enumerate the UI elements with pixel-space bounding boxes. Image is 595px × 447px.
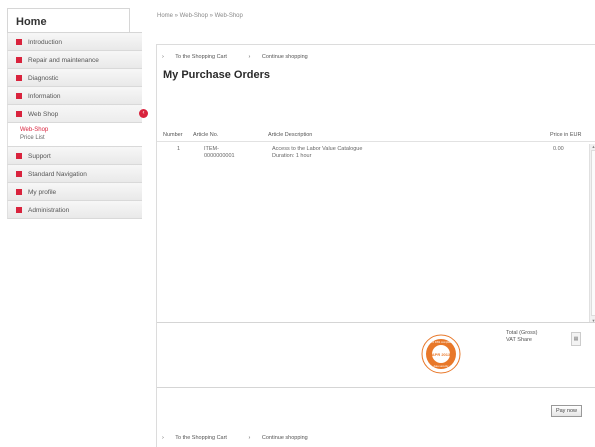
header-description: Article Description: [268, 132, 313, 138]
page-title: My Purchase Orders: [163, 69, 270, 81]
header-number: Number: [163, 132, 183, 138]
to-cart-link[interactable]: › To the Shopping Cart: [162, 54, 237, 60]
sidebar-item-label: Information: [28, 93, 61, 100]
link-bullet-icon: ›: [162, 435, 164, 441]
sidebar-item-label: Administration: [28, 207, 70, 214]
sidebar-nav: Introduction Repair and maintenance Diag…: [7, 32, 148, 219]
calculator-icon[interactable]: ▦: [571, 332, 581, 346]
sidebar-item-my-profile[interactable]: My profile: [7, 183, 142, 201]
sidebar-item-label: Support: [28, 153, 51, 160]
sidebar-item-label: Diagnostic: [28, 75, 59, 82]
submenu-item-price-list[interactable]: Price List: [20, 134, 142, 142]
bullet-square-icon: [16, 207, 22, 213]
cell-description: Access to the Labor Value Catalogue Dura…: [272, 146, 363, 159]
bullet-square-icon: [16, 189, 22, 195]
header-price: Price in EUR: [550, 132, 582, 138]
collapse-sidebar-icon[interactable]: ‹: [139, 109, 148, 118]
seal-bottom-text: data security: [434, 364, 449, 368]
sidebar-item-label: Introduction: [28, 39, 62, 46]
scroll-up-icon[interactable]: ▲: [591, 144, 595, 149]
order-list: 1 ITEM- 0000000001 Access to the Labor V…: [157, 142, 587, 322]
webshop-submenu: Web-Shop Price List: [7, 123, 142, 147]
bullet-square-icon: [16, 171, 22, 177]
sidebar-item-label: Standard Navigation: [28, 171, 87, 178]
totals-labels: Total (Gross) VAT Share: [506, 330, 537, 344]
cell-number: 1: [177, 146, 181, 152]
sidebar-item-information[interactable]: Information: [7, 87, 142, 105]
sidebar-item-repair[interactable]: Repair and maintenance: [7, 51, 142, 69]
main-panel: › To the Shopping Cart › Continue shoppi…: [156, 44, 595, 447]
cell-article-no: ITEM- 0000000001: [204, 146, 235, 159]
pci-dss-seal-icon: APR 2013 PCI DSS compliant data security: [421, 334, 461, 374]
bullet-square-icon: [16, 111, 22, 117]
bullet-square-icon: [16, 93, 22, 99]
bullet-square-icon: [16, 153, 22, 159]
link-bullet-icon: ›: [162, 54, 164, 60]
vat-share-label: VAT Share: [506, 337, 532, 343]
home-tab[interactable]: Home: [7, 8, 130, 32]
sidebar-item-diagnostic[interactable]: Diagnostic: [7, 69, 142, 87]
seal-date: APR 2013: [432, 352, 451, 357]
bullet-square-icon: [16, 75, 22, 81]
pay-now-button[interactable]: Pay now: [551, 405, 582, 417]
sidebar-item-administration[interactable]: Administration: [7, 201, 142, 219]
cell-price: 0.00: [553, 146, 564, 152]
header-article-no: Article No.: [193, 132, 219, 138]
continue-shopping-link[interactable]: › Continue shopping: [249, 435, 318, 441]
bullet-square-icon: [16, 39, 22, 45]
sidebar-item-webshop[interactable]: Web Shop ‹: [7, 105, 148, 123]
bullet-square-icon: [16, 57, 22, 63]
sidebar-item-support[interactable]: Support: [7, 147, 142, 165]
to-cart-link[interactable]: › To the Shopping Cart: [162, 435, 237, 441]
sidebar-item-label: Repair and maintenance: [28, 57, 99, 64]
totals-area: APR 2013 PCI DSS compliant data security…: [157, 322, 595, 388]
sidebar-item-introduction[interactable]: Introduction: [7, 33, 142, 51]
seal-top-text: PCI DSS compliant: [430, 340, 452, 344]
continue-shopping-link[interactable]: › Continue shopping: [249, 54, 318, 60]
total-gross-label: Total (Gross): [506, 330, 538, 336]
sidebar-item-label: My profile: [28, 189, 57, 196]
link-bullet-icon: ›: [248, 54, 251, 60]
submenu-item-webshop[interactable]: Web-Shop: [20, 126, 142, 134]
link-bullet-icon: ›: [248, 435, 251, 441]
breadcrumb[interactable]: Home » Web-Shop » Web-Shop: [157, 13, 243, 19]
sidebar-item-standard-navigation[interactable]: Standard Navigation: [7, 165, 142, 183]
scrollbar-thumb[interactable]: [591, 150, 595, 316]
sidebar: Home Introduction Repair and maintenance…: [7, 8, 148, 219]
top-links: › To the Shopping Cart › Continue shoppi…: [162, 54, 328, 60]
bottom-links: › To the Shopping Cart › Continue shoppi…: [162, 435, 328, 441]
scrollbar[interactable]: ▲ ▼: [589, 144, 595, 323]
sidebar-item-label: Web Shop: [28, 111, 59, 118]
table-header: Number Article No. Article Description P…: [157, 130, 595, 142]
